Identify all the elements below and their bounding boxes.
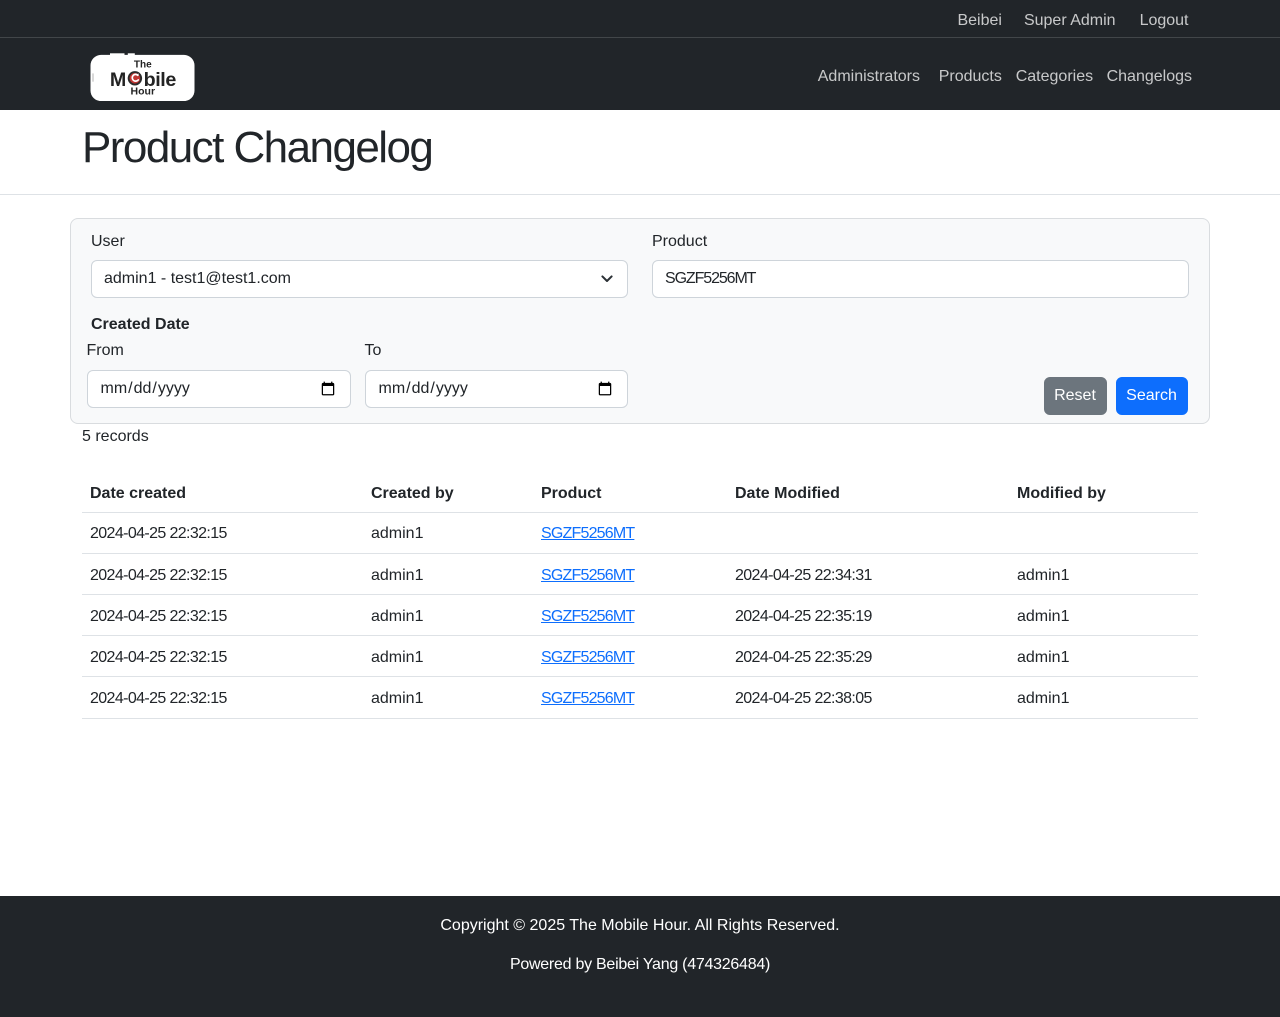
svg-text:M: M xyxy=(109,69,125,91)
svg-text:Hour: Hour xyxy=(130,86,155,98)
